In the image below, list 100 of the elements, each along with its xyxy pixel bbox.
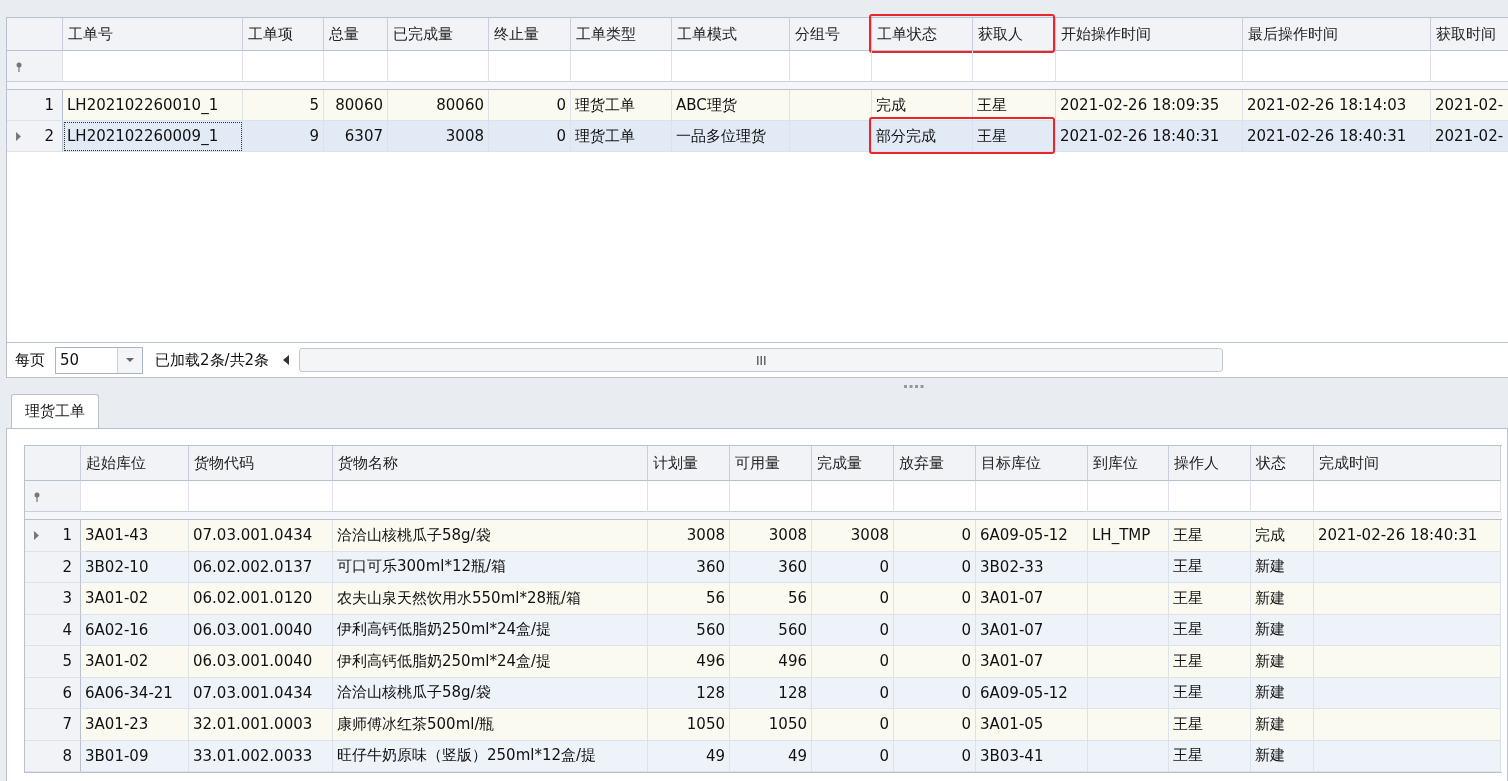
table-cell: 可口可乐300ml*12瓶/箱 <box>337 557 507 577</box>
table-cell: 新建 <box>1255 746 1285 766</box>
row-number: 5 <box>62 652 72 671</box>
table-cell: 49 <box>787 746 807 765</box>
table-cell: 6A09-05-12 <box>980 526 1068 545</box>
column-header[interactable]: 工单号 <box>63 18 243 51</box>
column-header[interactable]: 获取时间 <box>1431 18 1508 51</box>
table-row[interactable]: 1 LH202102260010_1 5 80060 80060 0 理货工单 ABC理货 完成 王星 2021-02-26 18:09:35 2021-02-26 18:14:03 2021-02- <box>7 90 1508 121</box>
table-cell: 6A06-34-21 <box>85 683 173 702</box>
column-header[interactable]: 计划量 <box>648 446 730 481</box>
table-cell: 6307 <box>344 127 383 145</box>
table-cell: 旺仔牛奶原味（竖版）250ml*12盒/提 <box>337 746 597 766</box>
row-number: 1 <box>62 526 72 545</box>
column-header[interactable]: 完成量 <box>812 446 894 481</box>
table-cell: 2021-02-26 18:40:31 <box>1318 526 1478 545</box>
table-cell: 王星 <box>977 126 1007 146</box>
row-number: 4 <box>62 620 72 639</box>
column-header[interactable]: 操作人 <box>1169 446 1251 481</box>
column-header[interactable]: 到库位 <box>1088 446 1169 481</box>
table-cell: 6A09-05-12 <box>980 683 1068 702</box>
column-header[interactable]: 总量 <box>324 18 388 51</box>
column-header[interactable]: 工单模式 <box>672 18 790 51</box>
table-cell: 3A01-02 <box>85 652 149 671</box>
table-cell: 5 <box>309 96 319 114</box>
scroll-left-icon[interactable] <box>283 355 290 365</box>
column-header[interactable]: 开始操作时间 <box>1056 18 1243 51</box>
table-cell: 3B03-41 <box>980 746 1044 765</box>
row-indicator-icon <box>34 531 39 540</box>
table-row[interactable]: 1 3A01-43 07.03.001.0434 洽洽山核桃瓜子58g/袋 3008 3008 3008 0 6A09-05-12 LH_TMP 王星 完成 2021-02-26 18:40:31 <box>25 520 1502 552</box>
column-header[interactable]: 获取人 <box>973 18 1056 51</box>
column-header[interactable]: 可用量 <box>730 446 812 481</box>
caret-icon <box>126 358 134 362</box>
page-size-label: 每页 <box>15 350 45 370</box>
table-cell: 80060 <box>335 96 383 114</box>
table-cell: 9 <box>309 127 319 145</box>
table-cell: ABC理货 <box>676 95 737 115</box>
column-header[interactable]: 终止量 <box>489 18 571 51</box>
table-cell: 3008 <box>850 526 889 545</box>
table-cell: 0 <box>961 715 971 734</box>
filter-pin-icon <box>33 492 41 502</box>
table-cell: 3A01-07 <box>980 589 1044 608</box>
table-row[interactable]: 7 3A01-23 32.01.001.0003 康师傅冰红茶500ml/瓶 1050 1050 0 0 3A01-05 王星 新建 <box>25 709 1502 741</box>
table-cell: 0 <box>879 652 889 671</box>
column-header[interactable]: 货物代码 <box>189 446 333 481</box>
table-cell: 3008 <box>445 127 484 145</box>
table-cell: 128 <box>778 683 807 702</box>
table-cell: 0 <box>879 557 889 576</box>
table-cell: 王星 <box>1173 525 1203 545</box>
horizontal-scrollbar[interactable] <box>299 348 1224 372</box>
table-cell: 洽洽山核桃瓜子58g/袋 <box>337 683 491 703</box>
column-header[interactable]: 起始库位 <box>81 446 189 481</box>
table-cell: 农夫山泉天然饮用水550ml*28瓶/箱 <box>337 588 582 608</box>
table-cell: 一品多位理货 <box>676 126 766 146</box>
table-cell: 3B01-09 <box>85 746 149 765</box>
column-header[interactable]: 工单类型 <box>571 18 672 51</box>
table-cell: 新建 <box>1255 683 1285 703</box>
table-row[interactable]: 4 6A02-16 06.03.001.0040 伊利高钙低脂奶250ml*24盒/提 560 560 0 0 3A01-07 王星 新建 <box>25 614 1502 646</box>
table-cell: 06.03.001.0040 <box>193 620 313 639</box>
grip-icon <box>756 355 766 365</box>
column-header[interactable]: 目标库位 <box>976 446 1088 481</box>
column-header[interactable]: 最后操作时间 <box>1243 18 1431 51</box>
table-cell: 06.03.001.0040 <box>193 652 313 671</box>
table-cell: 2021-02-26 18:14:03 <box>1247 96 1407 114</box>
table-cell: 0 <box>879 746 889 765</box>
row-number: 2 <box>62 557 72 576</box>
table-cell: 1050 <box>686 715 725 734</box>
column-header[interactable]: 完成时间 <box>1314 446 1501 481</box>
column-header[interactable]: 货物名称 <box>333 446 648 481</box>
splitter-grip-icon[interactable] <box>904 384 924 388</box>
table-row[interactable]: 5 3A01-02 06.03.001.0040 伊利高钙低脂奶250ml*24盒/提 496 496 0 0 3A01-07 王星 新建 <box>25 646 1502 678</box>
table-cell: 0 <box>961 652 971 671</box>
table-row[interactable]: 2 LH202102260009_1 9 6307 3008 0 理货工单 一品多位理货 部分完成 王星 2021-02-26 18:40:31 2021-02-26 18:40:31 2021-02- <box>7 121 1508 152</box>
table-row[interactable]: 3 3A01-02 06.02.001.0120 农夫山泉天然饮用水550ml*28瓶/箱 56 56 0 0 3A01-07 王星 新建 <box>25 583 1502 615</box>
column-header[interactable]: 状态 <box>1251 446 1314 481</box>
page-size-dropdown[interactable]: 50 <box>55 346 143 374</box>
table-cell: 0 <box>879 715 889 734</box>
table-cell: 560 <box>696 620 725 639</box>
tab[interactable]: 理货工单 <box>11 394 99 428</box>
table-cell: 360 <box>696 557 725 576</box>
table-cell: 07.03.001.0434 <box>193 683 313 702</box>
table-cell: 128 <box>696 683 725 702</box>
table-cell: 3A01-07 <box>980 652 1044 671</box>
column-header[interactable]: 分组号 <box>790 18 872 51</box>
table-cell: 496 <box>696 652 725 671</box>
table-cell: 3B02-33 <box>980 557 1044 576</box>
column-header[interactable]: 已完成量 <box>388 18 489 51</box>
column-header[interactable]: 放弃量 <box>894 446 976 481</box>
table-cell: 王星 <box>1173 620 1203 640</box>
table-cell: 2021-02- <box>1435 127 1504 145</box>
table-row[interactable]: 6 6A06-34-21 07.03.001.0434 洽洽山核桃瓜子58g/袋 128 128 0 0 6A09-05-12 王星 新建 <box>25 677 1502 709</box>
table-cell: 新建 <box>1255 620 1285 640</box>
table-cell: 新建 <box>1255 651 1285 671</box>
table-cell: 06.02.002.0137 <box>193 557 313 576</box>
column-header[interactable]: 工单项 <box>243 18 324 51</box>
table-row[interactable]: 8 3B01-09 33.01.002.0033 旺仔牛奶原味（竖版）250ml*12盒/提 49 49 0 0 3B03-41 王星 新建 <box>25 740 1502 772</box>
column-header[interactable]: 工单状态 <box>872 18 973 51</box>
table-row[interactable]: 2 3B02-10 06.02.002.0137 可口可乐300ml*12瓶/箱 360 360 0 0 3B02-33 王星 新建 <box>25 551 1502 583</box>
table-cell: 560 <box>778 620 807 639</box>
row-number: 6 <box>62 683 72 702</box>
table-cell: 0 <box>961 589 971 608</box>
